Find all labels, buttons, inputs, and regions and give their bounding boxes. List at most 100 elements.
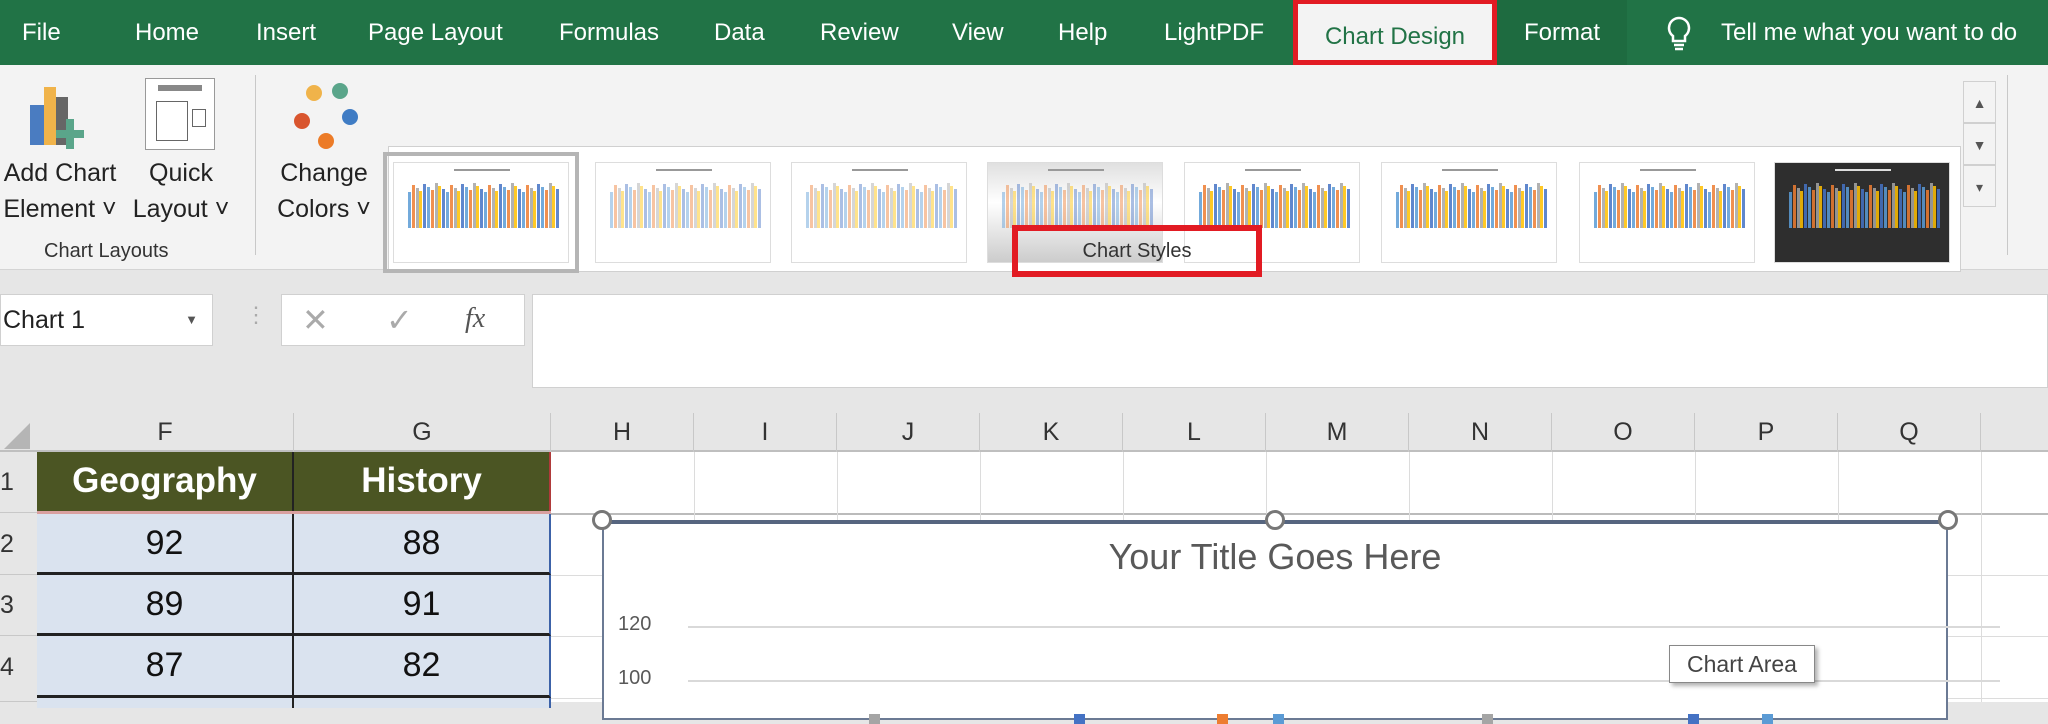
tab-file[interactable]: File bbox=[22, 0, 61, 65]
table-cell[interactable]: 89 bbox=[37, 575, 294, 636]
thumbnail-bar bbox=[1517, 188, 1521, 228]
chart-style-2[interactable] bbox=[595, 162, 771, 263]
column-header-m[interactable]: M bbox=[1266, 413, 1409, 452]
thumbnail-bar bbox=[1830, 185, 1834, 228]
thumbnail-bar bbox=[855, 191, 859, 228]
resize-handle[interactable] bbox=[1265, 510, 1285, 530]
column-header-j[interactable]: J bbox=[837, 413, 980, 452]
chart-bar[interactable] bbox=[1762, 714, 1773, 724]
thumbnail-bar bbox=[1085, 188, 1089, 228]
chart-style-7[interactable] bbox=[1579, 162, 1755, 263]
thumbnail-bar bbox=[1135, 187, 1138, 228]
thumbnail-bar bbox=[844, 192, 847, 228]
table-cell[interactable]: 91 bbox=[294, 575, 551, 636]
thumbnail-bar bbox=[537, 184, 541, 228]
tab-insert[interactable]: Insert bbox=[256, 0, 316, 65]
chart-title[interactable]: Your Title Goes Here bbox=[604, 536, 1946, 578]
tab-chart-design[interactable]: Chart Design bbox=[1293, 0, 1497, 65]
column-header-h[interactable]: H bbox=[551, 413, 694, 452]
enter-icon[interactable]: ✓ bbox=[386, 301, 413, 339]
chart-bar[interactable] bbox=[1482, 714, 1493, 724]
table-header-geography[interactable]: Geography bbox=[37, 452, 294, 513]
chevron-down-icon[interactable]: ▼ bbox=[185, 295, 198, 345]
resize-handle[interactable] bbox=[1938, 510, 1958, 530]
thumbnail-bar bbox=[1827, 192, 1830, 228]
table-header-history[interactable]: History bbox=[294, 452, 551, 513]
chart-bar[interactable] bbox=[1217, 714, 1228, 724]
formula-input[interactable] bbox=[532, 294, 2048, 388]
thumbnail-bar bbox=[1119, 185, 1123, 228]
tab-review[interactable]: Review bbox=[820, 0, 899, 65]
thumbnail-bar bbox=[931, 191, 935, 228]
column-header-f[interactable]: F bbox=[37, 413, 294, 452]
cancel-icon[interactable]: ✕ bbox=[302, 301, 329, 339]
chart-area[interactable]: Your Title Goes Here 120 100 bbox=[602, 520, 2000, 724]
thumbnail-bar bbox=[480, 189, 484, 228]
thumbnail-bar bbox=[667, 187, 670, 228]
insert-function-icon[interactable]: fx bbox=[465, 303, 485, 335]
tab-page-layout[interactable]: Page Layout bbox=[368, 0, 503, 65]
chart-style-8[interactable] bbox=[1774, 162, 1950, 263]
column-header-p[interactable]: P bbox=[1695, 413, 1838, 452]
row-header-4[interactable]: 4 bbox=[0, 636, 37, 702]
plot-area[interactable] bbox=[604, 694, 1946, 724]
table-cell[interactable]: 88 bbox=[294, 514, 551, 575]
tab-formulas[interactable]: Formulas bbox=[559, 0, 659, 65]
thumbnail-bar bbox=[617, 188, 621, 228]
thumbnail-bar bbox=[874, 186, 878, 228]
tab-help[interactable]: Help bbox=[1058, 0, 1107, 65]
thumbnail-bar bbox=[1468, 189, 1472, 228]
column-header-l[interactable]: L bbox=[1123, 413, 1266, 452]
column-headers: F G H I J K L M N O P Q bbox=[0, 413, 2048, 452]
column-header-q[interactable]: Q bbox=[1838, 413, 1981, 452]
thumbnail-bar bbox=[1430, 189, 1434, 228]
gallery-scroll-up-button[interactable]: ▲ bbox=[1963, 81, 1996, 123]
tab-home[interactable]: Home bbox=[135, 0, 199, 65]
select-all-icon[interactable] bbox=[4, 423, 30, 449]
row-header-2[interactable]: 2 bbox=[0, 513, 37, 575]
column-header-g[interactable]: G bbox=[294, 413, 551, 452]
chart-bar[interactable] bbox=[869, 714, 880, 724]
chart-style-1[interactable] bbox=[383, 152, 579, 273]
thumbnail-bar bbox=[1248, 191, 1252, 228]
gallery-more-button[interactable]: ▾ bbox=[1963, 165, 1996, 207]
tab-view[interactable]: View bbox=[952, 0, 1004, 65]
thumbnail-bar bbox=[1700, 186, 1704, 228]
resize-handle[interactable] bbox=[592, 510, 612, 530]
gallery-scroll-down-button[interactable]: ▼ bbox=[1963, 123, 1996, 165]
column-header-n[interactable]: N bbox=[1409, 413, 1552, 452]
thumbnail-bar bbox=[525, 185, 529, 228]
chart-bar[interactable] bbox=[1273, 714, 1284, 724]
thumbnail-bar bbox=[1411, 184, 1415, 228]
column-header-i[interactable]: I bbox=[694, 413, 837, 452]
chart-bar[interactable] bbox=[1074, 714, 1085, 724]
change-colors-button[interactable]: Change Colors ˅ bbox=[268, 155, 380, 227]
column-header-k[interactable]: K bbox=[980, 413, 1123, 452]
row-header-3[interactable]: 3 bbox=[0, 575, 37, 636]
table-cell[interactable]: 87 bbox=[37, 636, 294, 698]
thumbnail-bar bbox=[1521, 191, 1525, 228]
thumbnail-bar bbox=[1532, 190, 1536, 228]
thumbnail-bar bbox=[1089, 191, 1093, 228]
name-box[interactable]: Chart 1 ▼ bbox=[0, 294, 213, 346]
tab-format[interactable]: Format bbox=[1497, 0, 1627, 65]
quick-layout-button[interactable]: Quick Layout ˅ bbox=[122, 155, 240, 227]
thumbnail-bar bbox=[1498, 183, 1502, 228]
thumbnail-bar bbox=[1513, 185, 1517, 228]
thumbnail-title bbox=[1048, 169, 1104, 171]
thumbnail-bar bbox=[1861, 189, 1865, 228]
drag-handle-icon[interactable]: ⋮ bbox=[245, 302, 267, 328]
tab-lightpdf[interactable]: LightPDF bbox=[1164, 0, 1264, 65]
tell-me-search[interactable]: Tell me what you want to do bbox=[1721, 0, 2017, 65]
table-cell[interactable]: 82 bbox=[294, 636, 551, 698]
thumbnail-bar bbox=[1742, 189, 1746, 228]
chart-style-6[interactable] bbox=[1381, 162, 1557, 263]
row-header-1[interactable]: 1 bbox=[0, 452, 37, 513]
thumbnail-bar bbox=[708, 190, 712, 228]
add-chart-element-button[interactable]: Add Chart Element ˅ bbox=[0, 155, 120, 227]
tab-data[interactable]: Data bbox=[714, 0, 765, 65]
table-cell[interactable]: 92 bbox=[37, 514, 294, 575]
chart-bar[interactable] bbox=[1688, 714, 1699, 724]
column-header-o[interactable]: O bbox=[1552, 413, 1695, 452]
chart-style-3[interactable] bbox=[791, 162, 967, 263]
